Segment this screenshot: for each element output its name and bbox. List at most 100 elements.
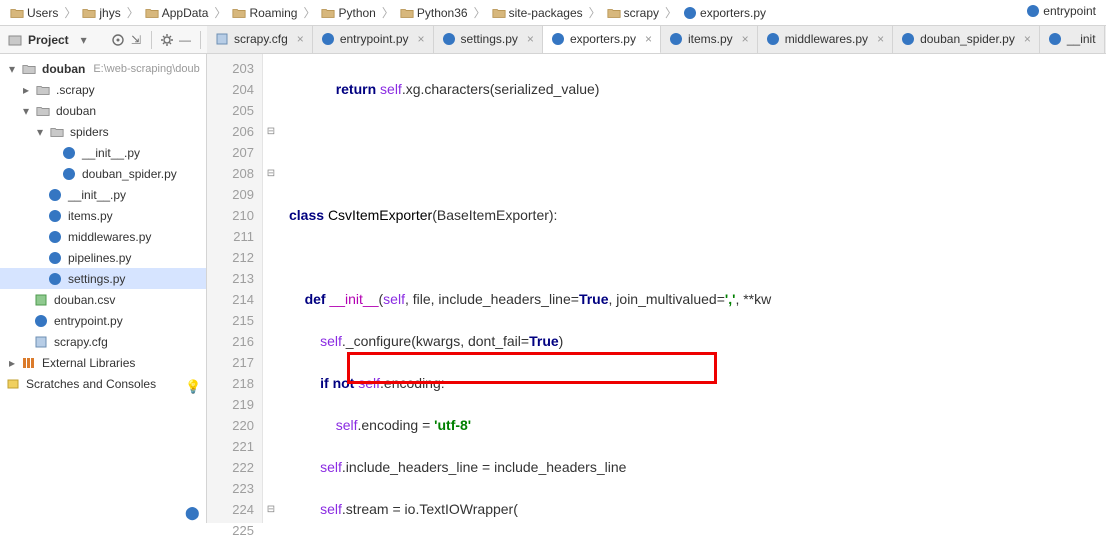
editor-tab-bar: scrapy.cfg× entrypoint.py× settings.py× … xyxy=(207,26,1106,54)
chevron-right-icon: 〉 xyxy=(212,4,228,21)
tree-item-py[interactable]: entrypoint.py xyxy=(0,310,206,331)
chevron-down-icon[interactable]: ▾ xyxy=(34,126,46,138)
line-number: 216 xyxy=(211,331,254,352)
line-number: 219 xyxy=(211,394,254,415)
line-number: 206 xyxy=(211,121,254,142)
tab-scrapy-cfg[interactable]: scrapy.cfg× xyxy=(207,26,313,53)
collapse-icon[interactable]: ⇲ xyxy=(127,31,145,49)
chevron-right-icon: 〉 xyxy=(587,4,603,21)
chevron-right-icon: 〉 xyxy=(62,4,78,21)
line-number: 225 xyxy=(211,520,254,541)
line-number: 218💡 xyxy=(211,373,254,394)
line-number: 217 xyxy=(211,352,254,373)
tree-item-py[interactable]: middlewares.py xyxy=(0,226,206,247)
close-icon[interactable]: × xyxy=(738,32,749,46)
line-number: 212 xyxy=(211,247,254,268)
line-number: 203 xyxy=(211,58,254,79)
line-number: 215 xyxy=(211,310,254,331)
tree-item-py[interactable]: __init__.py xyxy=(0,184,206,205)
tree-item-py[interactable]: pipelines.py xyxy=(0,247,206,268)
highlight-box xyxy=(347,352,717,384)
chevron-down-icon[interactable]: ▾ xyxy=(75,31,93,49)
line-number: 214 xyxy=(211,289,254,310)
aim-icon[interactable] xyxy=(109,31,127,49)
chevron-down-icon[interactable]: ▾ xyxy=(6,63,18,75)
tab-settings[interactable]: settings.py× xyxy=(434,26,543,53)
main-split: ▾doubanE:\web-scraping\doub ▸.scrapy ▾do… xyxy=(0,54,1106,523)
gear-icon[interactable] xyxy=(158,31,176,49)
line-number: 210 xyxy=(211,205,254,226)
line-number: 209 xyxy=(211,184,254,205)
lightbulb-icon[interactable]: 💡 xyxy=(185,376,199,390)
line-number-gutter: 203 204 205 206 207 208 209 210 211 212 … xyxy=(207,54,263,523)
close-icon[interactable]: × xyxy=(293,32,304,46)
breadcrumb-item[interactable]: Python36 xyxy=(396,4,472,22)
chevron-right-icon[interactable]: ▸ xyxy=(20,84,32,96)
tree-item-settings[interactable]: settings.py xyxy=(0,268,206,289)
breadcrumb-file[interactable]: exporters.py xyxy=(679,4,770,22)
tab-entrypoint[interactable]: entrypoint.py× xyxy=(313,26,434,53)
tab-items[interactable]: items.py× xyxy=(661,26,758,53)
tree-item-douban-dir[interactable]: ▾douban xyxy=(0,100,206,121)
right-tab[interactable]: entrypoint xyxy=(1022,2,1100,20)
line-number: 213 xyxy=(211,268,254,289)
separator xyxy=(200,31,201,49)
project-tree[interactable]: ▾doubanE:\web-scraping\doub ▸.scrapy ▾do… xyxy=(0,54,207,523)
close-icon[interactable]: × xyxy=(1020,32,1031,46)
tree-external-libraries[interactable]: ▸External Libraries xyxy=(0,352,206,373)
tree-item-scrapy-dir[interactable]: ▸.scrapy xyxy=(0,79,206,100)
fold-icon[interactable]: ⊟ xyxy=(263,121,279,142)
line-number: 222 xyxy=(211,457,254,478)
tab-middlewares[interactable]: middlewares.py× xyxy=(758,26,893,53)
line-number: 211 xyxy=(211,226,254,247)
close-icon[interactable]: × xyxy=(523,32,534,46)
fold-icon[interactable]: ⊟ xyxy=(263,163,279,184)
tree-item-csv[interactable]: douban.csv xyxy=(0,289,206,310)
breadcrumb-item[interactable]: Python xyxy=(317,4,379,22)
breadcrumb-item[interactable]: site-packages xyxy=(488,4,587,22)
line-number: 207 xyxy=(211,142,254,163)
chevron-down-icon[interactable]: ▾ xyxy=(20,105,32,117)
chevron-right-icon: 〉 xyxy=(301,4,317,21)
project-icon[interactable] xyxy=(6,31,24,49)
tree-scratches[interactable]: Scratches and Consoles xyxy=(0,373,206,394)
chevron-right-icon: 〉 xyxy=(663,4,679,21)
fold-strip: ⊟ ⊟ ⊟ xyxy=(263,54,279,523)
tab-init[interactable]: __init xyxy=(1040,26,1105,53)
tree-root[interactable]: ▾doubanE:\web-scraping\doub xyxy=(0,58,206,79)
tab-exporters[interactable]: exporters.py× xyxy=(543,26,661,54)
close-icon[interactable]: × xyxy=(641,32,652,46)
tree-item-py[interactable]: items.py xyxy=(0,205,206,226)
override-icon[interactable]: ⬤ xyxy=(185,502,199,516)
breadcrumb-item[interactable]: Users xyxy=(6,4,62,22)
breadcrumb-item[interactable]: AppData xyxy=(141,4,213,22)
chevron-right-icon: 〉 xyxy=(125,4,141,21)
tree-item-spiders-dir[interactable]: ▾spiders xyxy=(0,121,206,142)
separator xyxy=(151,31,152,49)
chevron-right-icon: 〉 xyxy=(380,4,396,21)
project-toolbar: Project ▾ ⇲ — scrapy.cfg× entrypoint.py×… xyxy=(0,26,1106,54)
line-number: 224⬤ xyxy=(211,499,254,520)
tree-item-py[interactable]: __init__.py xyxy=(0,142,206,163)
line-number: 205 xyxy=(211,100,254,121)
close-icon[interactable]: × xyxy=(414,32,425,46)
fold-icon[interactable]: ⊟ xyxy=(263,499,279,520)
chevron-right-icon[interactable]: ▸ xyxy=(6,357,18,369)
line-number: 223 xyxy=(211,478,254,499)
tree-item-py[interactable]: douban_spider.py xyxy=(0,163,206,184)
project-label[interactable]: Project xyxy=(24,33,75,47)
chevron-right-icon: 〉 xyxy=(472,4,488,21)
breadcrumb-item[interactable]: jhys xyxy=(78,4,124,22)
line-number: 220 xyxy=(211,415,254,436)
code-editor[interactable]: 203 204 205 206 207 208 209 210 211 212 … xyxy=(207,54,1106,523)
breadcrumb-item[interactable]: scrapy xyxy=(603,4,663,22)
hide-icon[interactable]: — xyxy=(176,31,194,49)
breadcrumb-item[interactable]: Roaming xyxy=(228,4,301,22)
close-icon[interactable]: × xyxy=(873,32,884,46)
line-number: 208 xyxy=(211,163,254,184)
tab-douban-spider[interactable]: douban_spider.py× xyxy=(893,26,1040,53)
code-area[interactable]: return self.xg.characters(serialized_val… xyxy=(279,54,1106,523)
line-number: 204 xyxy=(211,79,254,100)
tree-item-cfg[interactable]: scrapy.cfg xyxy=(0,331,206,352)
breadcrumb-bar: Users〉 jhys〉 AppData〉 Roaming〉 Python〉 P… xyxy=(0,0,1106,26)
